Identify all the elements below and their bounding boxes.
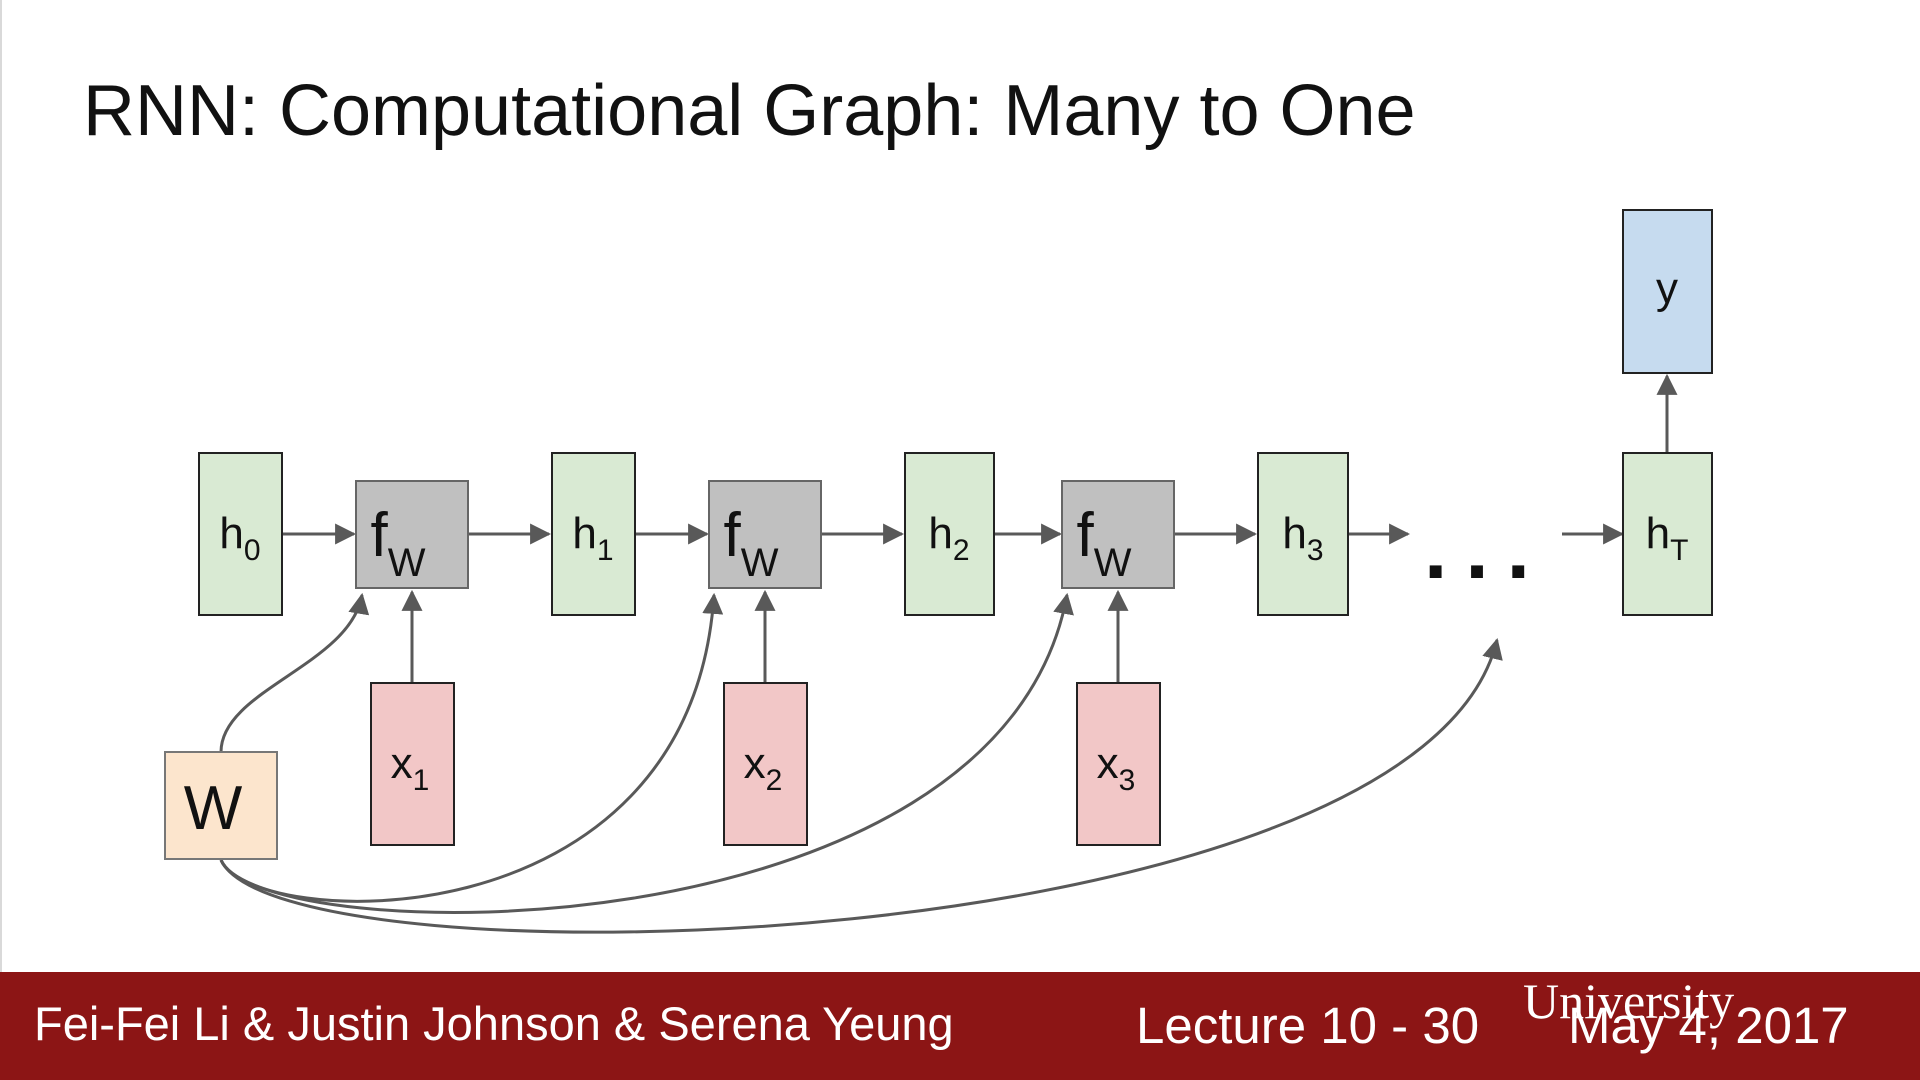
edge-W-fw3 [219,592,1074,914]
node-h3: h3 [1257,452,1349,616]
node-x1: x1 [370,682,455,846]
node-h3-sub: 3 [1307,534,1324,567]
node-x1-sub: 1 [413,764,430,797]
node-y: y [1622,209,1713,374]
node-h0-label: h [219,509,243,558]
node-fw2-label: f [724,501,742,570]
node-hT-sub: T [1670,534,1688,567]
node-fw1-sub: W [388,541,426,585]
node-fw1: fW [355,480,469,589]
node-x3: x3 [1076,682,1161,846]
node-fw3-sub: W [1094,541,1132,585]
footer-bar: Fei-Fei Li & Justin Johnson & Serena Yeu… [0,972,1920,1080]
edge-W-fw1 [219,592,370,753]
footer-lecture: Lecture 10 - 30 [1136,997,1480,1054]
footer-authors: Fei-Fei Li & Justin Johnson & Serena Yeu… [34,997,954,1050]
node-fw1-label: f [371,501,389,570]
node-x2-label: x [744,739,766,788]
node-W-label: W [184,774,243,843]
node-x3-label: x [1097,739,1119,788]
footer-watermark: University [1523,973,1735,1029]
node-x2: x2 [723,682,808,846]
node-y-label: y [1656,264,1678,313]
node-hT: hT [1622,452,1713,616]
node-fw3: fW [1061,480,1175,589]
node-h1: h1 [551,452,636,616]
node-h2: h2 [904,452,995,616]
node-h0: h0 [198,452,283,616]
node-fw3-label: f [1077,501,1095,570]
node-fw2-sub: W [741,541,779,585]
node-fw2: fW [708,480,822,589]
edge-W-fw2 [219,592,724,903]
node-x2-sub: 2 [766,764,783,797]
ellipsis-label: ... [1424,502,1548,596]
node-hT-label: h [1646,509,1670,558]
node-h2-sub: 2 [953,534,970,567]
node-h2-label: h [928,509,952,558]
node-x3-sub: 3 [1119,764,1136,797]
node-W: W [164,751,278,860]
node-h1-sub: 1 [597,534,614,567]
node-x1-label: x [391,739,413,788]
node-h3-label: h [1282,509,1306,558]
node-h0-sub: 0 [244,534,261,567]
rnn-diagram: h0 h1 h2 h3 hT fW fW fW x1 x2 x3 y W ... [164,209,1713,934]
node-h1-label: h [572,509,596,558]
